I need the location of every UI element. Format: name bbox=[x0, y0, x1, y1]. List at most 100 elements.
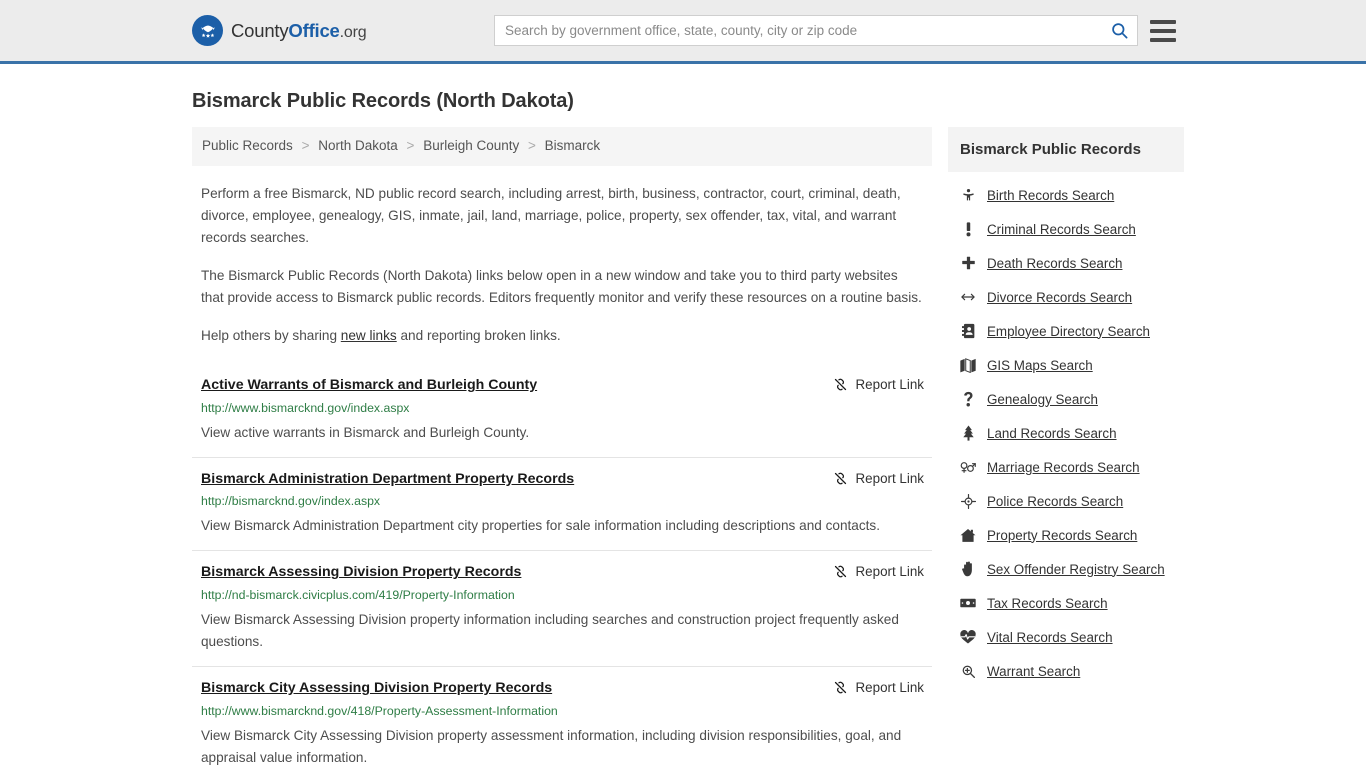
result-title-link[interactable]: Bismarck City Assessing Division Propert… bbox=[201, 680, 552, 698]
report-link-button[interactable]: Report Link bbox=[833, 680, 924, 695]
result-url: http://www.bismarcknd.gov/418/Property-A… bbox=[201, 704, 558, 718]
report-link-button[interactable]: Report Link bbox=[833, 471, 924, 486]
sidebar-item-vital-records-search[interactable]: Vital Records Search bbox=[948, 620, 1184, 654]
question-mark-icon bbox=[960, 391, 976, 407]
sidebar-item-gis-maps-search[interactable]: GIS Maps Search bbox=[948, 348, 1184, 382]
sidebar-item-genealogy-search[interactable]: Genealogy Search bbox=[948, 382, 1184, 416]
sidebar-item-death-records-search[interactable]: Death Records Search bbox=[948, 246, 1184, 280]
logo-text-org: .org bbox=[339, 23, 367, 41]
sidebar-item-label: Employee Directory Search bbox=[987, 323, 1150, 339]
report-link-label: Report Link bbox=[855, 376, 924, 392]
breadcrumb-separator: > bbox=[301, 138, 310, 153]
intro-text-before: Help others by sharing bbox=[201, 327, 341, 343]
address-book-icon bbox=[960, 323, 976, 339]
sidebar-item-police-records-search[interactable]: Police Records Search bbox=[948, 484, 1184, 518]
result-item: Active Warrants of Bismarck and Burleigh… bbox=[192, 369, 932, 457]
map-icon bbox=[960, 357, 976, 373]
result-title-link[interactable]: Bismarck Assessing Division Property Rec… bbox=[201, 564, 521, 582]
result-description: View Bismarck Administration Department … bbox=[201, 518, 880, 534]
sidebar-item-label: Vital Records Search bbox=[987, 629, 1113, 645]
breadcrumb-item-burleigh-county[interactable]: Burleigh County bbox=[423, 138, 519, 153]
search-bar bbox=[494, 15, 1138, 46]
report-link-button[interactable]: Report Link bbox=[833, 564, 924, 579]
exclamation-icon bbox=[960, 221, 976, 237]
heartbeat-icon bbox=[960, 629, 976, 645]
broken-link-icon bbox=[833, 680, 848, 695]
money-bill-icon bbox=[960, 595, 976, 611]
intro-paragraph-3: Help others by sharing new links and rep… bbox=[192, 325, 932, 347]
breadcrumb-item-bismarck[interactable]: Bismarck bbox=[545, 138, 601, 153]
sidebar-item-land-records-search[interactable]: Land Records Search bbox=[948, 416, 1184, 450]
report-link-label: Report Link bbox=[855, 470, 924, 486]
sidebar-item-label: Tax Records Search bbox=[987, 595, 1108, 611]
result-header: Active Warrants of Bismarck and Burleigh… bbox=[201, 377, 924, 395]
result-description: View Bismarck City Assessing Division pr… bbox=[201, 727, 902, 765]
tree-icon bbox=[960, 425, 976, 441]
content-columns: Public Records > North Dakota > Burleigh… bbox=[192, 127, 1184, 768]
eagle-seal-icon bbox=[192, 15, 223, 46]
logo-text-county: County bbox=[231, 19, 289, 41]
breadcrumb-separator: > bbox=[406, 138, 415, 153]
sidebar-item-employee-directory-search[interactable]: Employee Directory Search bbox=[948, 314, 1184, 348]
broken-link-icon bbox=[833, 377, 848, 392]
sidebar-title: Bismarck Public Records bbox=[948, 127, 1184, 172]
report-link-label: Report Link bbox=[855, 564, 924, 580]
result-header: Bismarck City Assessing Division Propert… bbox=[201, 680, 924, 698]
sidebar-item-criminal-records-search[interactable]: Criminal Records Search bbox=[948, 212, 1184, 246]
result-title-link[interactable]: Bismarck Administration Department Prope… bbox=[201, 471, 574, 489]
new-links-link[interactable]: new links bbox=[341, 328, 397, 343]
breadcrumb-separator: > bbox=[528, 138, 536, 153]
search-button[interactable] bbox=[1101, 16, 1137, 45]
sidebar-item-property-records-search[interactable]: Property Records Search bbox=[948, 518, 1184, 552]
police-badge-icon bbox=[960, 493, 976, 509]
sidebar-item-sex-offender-registry-search[interactable]: Sex Offender Registry Search bbox=[948, 552, 1184, 586]
breadcrumb-item-public-records[interactable]: Public Records bbox=[202, 138, 293, 153]
result-description: View Bismarck Assessing Division propert… bbox=[201, 612, 899, 650]
result-url: http://nd-bismarck.civicplus.com/419/Pro… bbox=[201, 588, 515, 603]
home-icon bbox=[960, 527, 976, 543]
page-body: Bismarck Public Records (North Dakota) P… bbox=[0, 90, 1366, 768]
sidebar-item-warrant-search[interactable]: Warrant Search bbox=[948, 654, 1184, 688]
sidebar: Bismarck Public Records Birth Records Se… bbox=[948, 127, 1184, 688]
result-header: Bismarck Administration Department Prope… bbox=[201, 471, 924, 489]
sidebar-item-birth-records-search[interactable]: Birth Records Search bbox=[948, 178, 1184, 212]
sidebar-list: Birth Records Search Criminal Records Sea… bbox=[948, 172, 1184, 688]
sidebar-item-label: Property Records Search bbox=[987, 527, 1138, 543]
cross-icon bbox=[960, 255, 976, 271]
result-header: Bismarck Assessing Division Property Rec… bbox=[201, 564, 924, 582]
broken-link-icon bbox=[833, 564, 848, 579]
intro-paragraph-2: The Bismarck Public Records (North Dakot… bbox=[201, 267, 922, 305]
search-icon bbox=[1110, 21, 1129, 40]
logo-text: CountyOffice.org bbox=[231, 19, 367, 42]
report-link-button[interactable]: Report Link bbox=[833, 377, 924, 392]
sidebar-item-divorce-records-search[interactable]: Divorce Records Search bbox=[948, 280, 1184, 314]
sidebar-item-tax-records-search[interactable]: Tax Records Search bbox=[948, 586, 1184, 620]
baby-icon bbox=[960, 187, 976, 203]
sidebar-item-label: Marriage Records Search bbox=[987, 459, 1140, 475]
broken-link-icon bbox=[833, 471, 848, 486]
result-title-link[interactable]: Active Warrants of Bismarck and Burleigh… bbox=[201, 377, 537, 395]
hand-icon bbox=[960, 561, 976, 577]
sidebar-item-label: Divorce Records Search bbox=[987, 289, 1133, 305]
intro-text-after: and reporting broken links. bbox=[396, 327, 561, 343]
report-link-label: Report Link bbox=[855, 680, 924, 696]
sidebar-item-label: Sex Offender Registry Search bbox=[987, 561, 1165, 577]
sidebar-item-marriage-records-search[interactable]: Marriage Records Search bbox=[948, 450, 1184, 484]
arrows-left-right-icon bbox=[960, 289, 976, 305]
sidebar-item-label: Genealogy Search bbox=[987, 391, 1098, 407]
result-url: http://www.bismarcknd.gov/index.aspx bbox=[201, 400, 410, 415]
sidebar-item-label: Police Records Search bbox=[987, 493, 1124, 509]
hamburger-menu-icon[interactable] bbox=[1150, 19, 1176, 42]
search-input[interactable] bbox=[495, 16, 1101, 45]
hamburger-bar bbox=[1150, 37, 1176, 42]
intro-paragraph-1: Perform a free Bismarck, ND public recor… bbox=[201, 185, 901, 245]
page-title: Bismarck Public Records (North Dakota) bbox=[192, 90, 574, 112]
breadcrumb-item-north-dakota[interactable]: North Dakota bbox=[318, 138, 398, 153]
site-header: CountyOffice.org bbox=[0, 0, 1366, 64]
intro-section: Perform a free Bismarck, ND public recor… bbox=[192, 183, 932, 347]
sidebar-item-label: Death Records Search bbox=[987, 255, 1123, 271]
result-description: View active warrants in Bismarck and Bur… bbox=[201, 424, 530, 440]
breadcrumb: Public Records > North Dakota > Burleigh… bbox=[192, 127, 932, 166]
site-logo[interactable]: CountyOffice.org bbox=[192, 15, 367, 46]
search-plus-icon bbox=[960, 663, 976, 679]
